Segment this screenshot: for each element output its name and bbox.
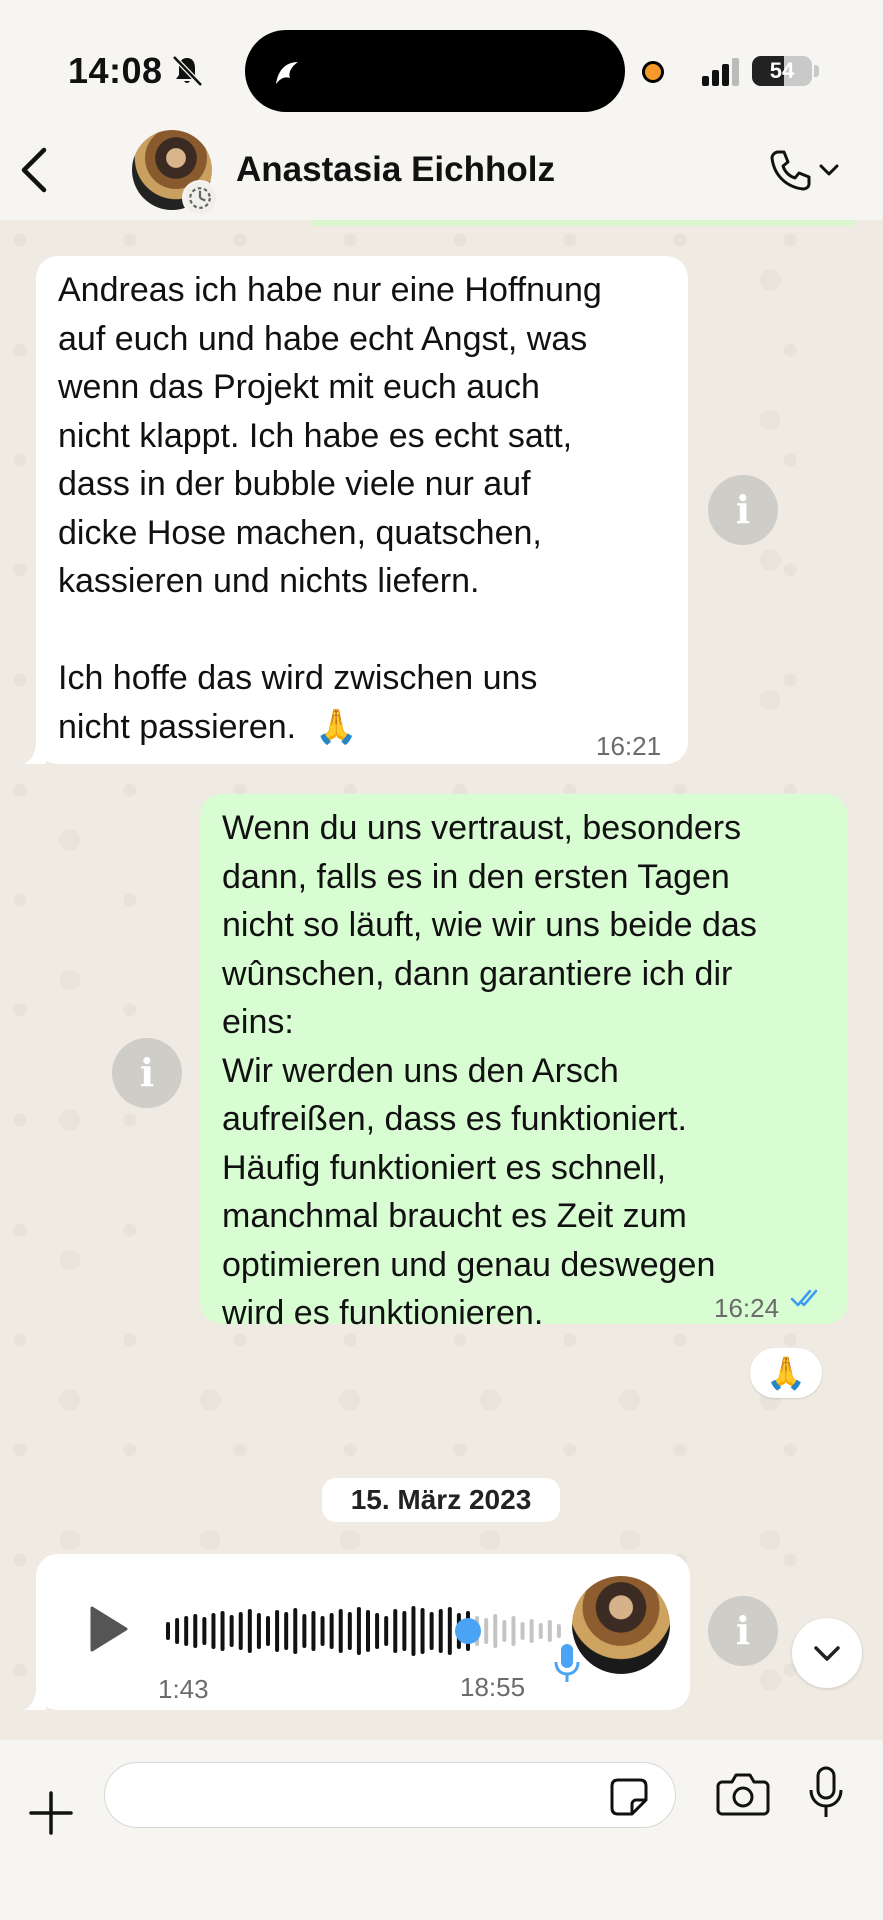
waveform-bar	[529, 1619, 534, 1643]
waveform-bar	[375, 1613, 380, 1649]
info-icon[interactable]: i	[112, 1038, 182, 1108]
waveform-bar	[166, 1622, 170, 1640]
microphone-icon[interactable]	[806, 1766, 846, 1820]
waveform-bar	[384, 1616, 389, 1646]
bell-muted-icon	[172, 55, 203, 87]
waveform-bar	[238, 1612, 243, 1650]
info-icon[interactable]: i	[708, 1596, 778, 1666]
waveform-bar	[438, 1609, 443, 1653]
contact-name[interactable]: Anastasia Eichholz	[236, 150, 555, 190]
message-text: Andreas ich habe nur eine Hoffnung auf e…	[58, 271, 602, 746]
audio-activity-icon	[276, 62, 298, 84]
waveform-bar	[211, 1613, 216, 1649]
waveform-bar	[520, 1622, 525, 1640]
scroll-to-bottom-button[interactable]	[792, 1618, 862, 1688]
date-separator: 15. März 2023	[322, 1478, 560, 1522]
voice-duration: 1:43	[158, 1674, 209, 1704]
waveform-bar	[275, 1610, 280, 1652]
waveform-bar	[429, 1612, 434, 1650]
waveform-bar	[502, 1620, 507, 1642]
message-time: 16:24	[714, 1293, 780, 1323]
chevron-down-icon	[814, 1646, 840, 1661]
message-composer	[0, 1740, 883, 1920]
waveform-bar	[202, 1617, 207, 1645]
back-chevron-icon[interactable]	[14, 142, 54, 198]
waveform-bar	[229, 1615, 234, 1647]
playback-position-handle[interactable]	[455, 1618, 481, 1644]
incoming-message[interactable]: Andreas ich habe nur eine Hoffnung auf e…	[36, 256, 688, 764]
waveform-bar	[447, 1607, 452, 1655]
sticker-icon[interactable]	[608, 1776, 650, 1818]
waveform-bar	[175, 1618, 180, 1644]
battery-level: 54	[769, 58, 795, 83]
cellular-signal-icon	[702, 58, 739, 86]
info-icon-glyph: i	[735, 487, 751, 532]
play-icon[interactable]	[86, 1604, 130, 1654]
status-time: 14:08	[68, 50, 163, 91]
message-time: 18:55	[460, 1672, 526, 1702]
info-icon[interactable]: i	[708, 475, 778, 545]
microphone-icon	[554, 1644, 580, 1682]
bubble-tail	[24, 742, 46, 764]
chevron-down-icon[interactable]	[818, 160, 840, 180]
recording-indicator	[642, 61, 664, 83]
waveform-bar	[347, 1612, 352, 1650]
waveform-bar	[220, 1611, 225, 1651]
waveform-bar	[329, 1613, 334, 1649]
waveform-bar	[338, 1609, 343, 1653]
waveform-bar	[320, 1616, 325, 1646]
message-input[interactable]	[104, 1762, 676, 1828]
plus-icon[interactable]	[28, 1790, 74, 1836]
chat-area[interactable]: Andreas ich habe nur eine Hoffnung auf e…	[0, 220, 883, 1740]
waveform-bar	[284, 1612, 289, 1650]
camera-icon[interactable]	[716, 1770, 770, 1816]
waveform-bar	[266, 1616, 270, 1646]
waveform-bar	[493, 1614, 498, 1648]
waveform-bar	[302, 1614, 307, 1648]
waveform-bar	[393, 1609, 398, 1653]
message-time: 16:21	[596, 731, 662, 761]
waveform-bar	[256, 1613, 261, 1649]
waveform-bar	[556, 1624, 561, 1638]
battery-cap	[814, 65, 819, 77]
voice-message[interactable]: 1:43 18:55	[36, 1554, 690, 1710]
waveform-bar	[293, 1608, 298, 1654]
contact-avatar[interactable]	[132, 130, 218, 216]
waveform-bar	[311, 1611, 316, 1651]
waveform-bar	[356, 1607, 361, 1655]
disappearing-timer-icon	[182, 180, 218, 216]
battery-icon: 54	[752, 56, 812, 86]
bubble-tail	[24, 1688, 46, 1710]
waveform-bar	[511, 1616, 516, 1646]
waveform-bar	[184, 1616, 189, 1646]
voice-waveform[interactable]	[164, 1596, 564, 1666]
status-bar: 14:08 54	[0, 0, 883, 135]
message-text: Wenn du uns vertraust, besonders dann, f…	[222, 809, 757, 1332]
outgoing-message[interactable]: Wenn du uns vertraust, besonders dann, f…	[200, 794, 848, 1332]
info-icon-glyph: i	[139, 1050, 155, 1095]
waveform-bar	[402, 1611, 407, 1651]
info-icon-glyph: i	[735, 1608, 751, 1653]
previous-outgoing-bubble-edge	[310, 220, 855, 226]
waveform-bar	[366, 1610, 370, 1652]
waveform-bar	[547, 1620, 552, 1642]
message-reaction[interactable]: 🙏	[750, 1348, 822, 1398]
chat-header: Anastasia Eichholz	[0, 120, 883, 220]
waveform-bar	[420, 1608, 425, 1654]
waveform-bar	[484, 1618, 489, 1644]
waveform-bar	[411, 1606, 416, 1656]
waveform-bar	[538, 1623, 543, 1639]
read-double-check-icon	[790, 1289, 818, 1307]
waveform-bar	[247, 1609, 252, 1653]
sender-avatar	[572, 1576, 670, 1674]
waveform-bar	[193, 1614, 198, 1648]
phone-call-icon[interactable]	[766, 146, 814, 194]
